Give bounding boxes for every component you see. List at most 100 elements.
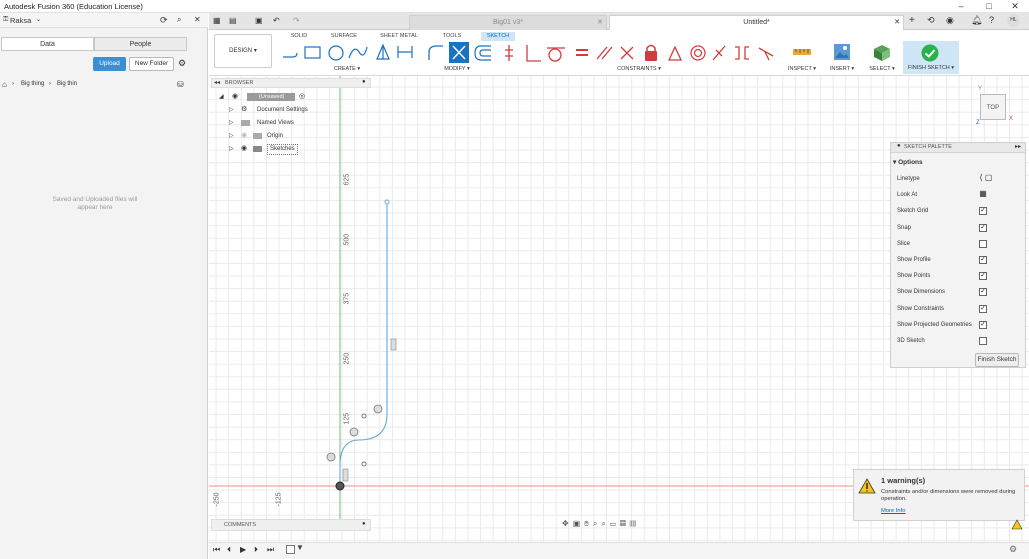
- timeline-settings-icon[interactable]: ⚙: [1009, 544, 1017, 555]
- activate-icon[interactable]: ◎: [299, 91, 305, 103]
- doc-tab[interactable]: Big01 v3* ✕: [409, 15, 607, 30]
- select-menu[interactable]: SELECT ▾: [865, 66, 899, 72]
- look-at-icon[interactable]: ▦: [979, 190, 987, 199]
- finish-sketch-palette-button[interactable]: Finish Sketch: [975, 353, 1019, 367]
- constraints-menu[interactable]: CONSTRAINTS ▾: [611, 66, 667, 72]
- constraints-tools-icons[interactable]: [503, 42, 779, 64]
- undo-icon[interactable]: ↶: [273, 16, 280, 25]
- close-icon[interactable]: ✕: [597, 16, 603, 29]
- palette-option-row[interactable]: Look At ▦: [897, 187, 1021, 203]
- palette-option-row[interactable]: Show Constraints ✓: [897, 301, 1021, 317]
- step-forward-icon[interactable]: ⏵: [254, 545, 258, 555]
- options-section[interactable]: ▾ Options: [893, 158, 923, 166]
- palette-option-row[interactable]: Linetype ⟨ ▢: [897, 171, 1021, 187]
- go-to-end-icon[interactable]: ⏭: [267, 545, 274, 555]
- close-panel-icon[interactable]: ✕: [194, 15, 201, 24]
- palette-option-row[interactable]: Sketch Grid ✓: [897, 203, 1021, 219]
- eye-icon[interactable]: ◉: [232, 91, 238, 103]
- file-menu-icon[interactable]: ▤: [229, 16, 237, 25]
- tab-data[interactable]: Data: [1, 37, 94, 51]
- redo-icon[interactable]: ↷: [293, 16, 300, 25]
- sync-icon[interactable]: ⟲: [927, 15, 935, 26]
- palette-option-row[interactable]: Show Dimensions ✓: [897, 284, 1021, 300]
- avatar[interactable]: HL: [1007, 14, 1020, 27]
- zoom-window-icon[interactable]: ⌕: [601, 519, 609, 528]
- inspect-menu[interactable]: INSPECT ▾: [785, 66, 819, 72]
- palette-option-checkbox[interactable]: ✓: [979, 304, 987, 313]
- expand-icon[interactable]: ◢: [219, 91, 224, 103]
- close-window-button[interactable]: ✕: [1006, 0, 1024, 13]
- breadcrumb-item[interactable]: Big thin: [57, 81, 77, 87]
- notifications-icon[interactable]: 🔔︎: [971, 15, 982, 26]
- browser-item[interactable]: ▷ ⚙ Document Settings: [229, 104, 369, 116]
- drag-handle-icon[interactable]: ●: [897, 143, 901, 149]
- palette-option-row[interactable]: Snap ✓: [897, 220, 1021, 236]
- grid-settings-icon[interactable]: ▦: [620, 519, 630, 528]
- look-at-icon[interactable]: ▣: [573, 519, 585, 528]
- pin-icon[interactable]: ●: [362, 521, 366, 527]
- go-to-start-icon[interactable]: ⏮: [213, 545, 220, 555]
- palette-option-checkbox[interactable]: ✓: [979, 256, 987, 264]
- palette-option-row[interactable]: Show Profile ✓: [897, 252, 1021, 268]
- tab-solid[interactable]: SOLID: [284, 32, 314, 41]
- view-cube-face-top[interactable]: TOP: [980, 94, 1006, 120]
- tab-surface[interactable]: SURFACE: [327, 32, 361, 41]
- expand-icon[interactable]: ▷: [229, 143, 234, 155]
- chevron-down-icon[interactable]: ⌄: [36, 16, 41, 23]
- new-tab-icon[interactable]: +: [909, 15, 915, 26]
- search-icon[interactable]: ⌕: [177, 15, 181, 25]
- save-icon[interactable]: ▣: [255, 16, 263, 25]
- home-icon[interactable]: ⌂: [2, 80, 7, 89]
- breadcrumb-item[interactable]: Big thing: [21, 81, 44, 87]
- collapse-icon[interactable]: ◂◂: [214, 79, 220, 86]
- pin-icon[interactable]: ●: [362, 79, 366, 85]
- select-icon[interactable]: [872, 43, 892, 61]
- refresh-icon[interactable]: ⟳: [160, 15, 168, 26]
- create-tools-icons[interactable]: [279, 42, 419, 64]
- comments-panel[interactable]: COMMENTS ●: [211, 519, 371, 531]
- timeline-marker-icon[interactable]: ▼: [296, 543, 304, 552]
- palette-option-row[interactable]: Show Points ✓: [897, 268, 1021, 284]
- gear-icon[interactable]: ⚙: [178, 58, 186, 69]
- expand-icon[interactable]: ▷: [229, 104, 234, 116]
- palette-option-checkbox[interactable]: [979, 337, 987, 345]
- palette-option-checkbox[interactable]: ✓: [979, 288, 987, 297]
- play-icon[interactable]: ▶: [240, 545, 246, 554]
- viewports-icon[interactable]: ▥: [630, 519, 640, 528]
- palette-option-checkbox[interactable]: ✓: [979, 320, 987, 329]
- browser-item[interactable]: ▷ ◉ Sketches: [229, 143, 369, 155]
- folder-settings-icon[interactable]: ⛁: [177, 80, 184, 89]
- tab-people[interactable]: People: [94, 37, 187, 51]
- step-back-icon[interactable]: ⏴: [227, 545, 231, 555]
- palette-option-checkbox[interactable]: [979, 239, 987, 248]
- grid-menu-icon[interactable]: ▦: [213, 16, 221, 25]
- insert-menu[interactable]: INSERT ▾: [827, 66, 857, 72]
- close-icon[interactable]: ✕: [894, 16, 900, 29]
- display-settings-icon[interactable]: ▭: [610, 519, 620, 528]
- expand-icon[interactable]: ▷: [229, 117, 234, 129]
- eye-icon[interactable]: ◉: [241, 143, 247, 155]
- workspace-switcher[interactable]: DESIGN ▾: [214, 34, 272, 68]
- browser-item[interactable]: ▷ ◉ Origin: [229, 130, 369, 142]
- palette-option-checkbox[interactable]: ✓: [979, 207, 987, 216]
- view-cube[interactable]: Y TOP Z X: [976, 86, 1016, 130]
- collapse-palette-icon[interactable]: ▸▸: [1015, 143, 1021, 150]
- user-selector[interactable]: Raksa: [10, 16, 31, 25]
- palette-option-checkbox[interactable]: ✓: [979, 272, 987, 281]
- job-status-icon[interactable]: ◉: [946, 15, 954, 26]
- sketch-palette-header[interactable]: ● SKETCH PALETTE ▸▸: [891, 143, 1025, 153]
- expand-icon[interactable]: ▷: [229, 130, 234, 142]
- browser-item[interactable]: ▷ Named Views: [229, 117, 369, 129]
- create-menu[interactable]: CREATE ▾: [327, 66, 367, 72]
- tab-sketch[interactable]: SKETCH: [481, 32, 515, 41]
- palette-option-row[interactable]: Slice: [897, 236, 1021, 252]
- tab-sheet-metal[interactable]: SHEET METAL: [379, 32, 419, 41]
- orbit-icon[interactable]: ✥: [562, 519, 573, 528]
- sketch-feature-icon[interactable]: [286, 545, 295, 554]
- eye-icon[interactable]: ◉: [241, 130, 247, 142]
- browser-root[interactable]: ◢ ◉ (Unsaved) ◎: [219, 91, 369, 103]
- measure-icon[interactable]: [792, 44, 812, 60]
- browser-header[interactable]: ◂◂ BROWSER ●: [211, 78, 371, 88]
- palette-option-row[interactable]: 3D Sketch: [897, 333, 1021, 349]
- finish-sketch-button[interactable]: FINISH SKETCH ▾: [903, 41, 959, 74]
